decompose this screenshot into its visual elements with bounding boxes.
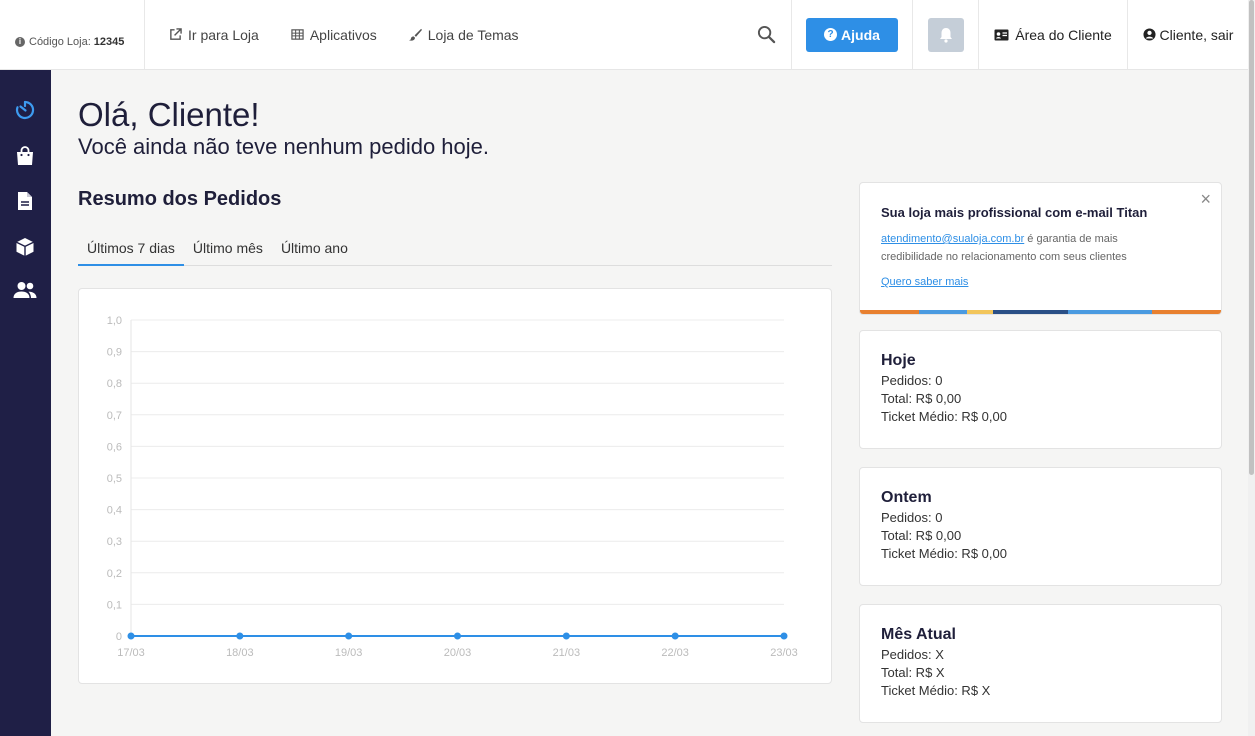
data-point xyxy=(780,632,788,640)
y-tick-label: 0,3 xyxy=(107,536,122,548)
y-tick-label: 0,8 xyxy=(107,378,122,390)
data-point xyxy=(671,632,679,640)
promo-color-stripe xyxy=(860,310,1221,314)
stat-orders: Pedidos: 0 xyxy=(881,373,943,388)
store-code-value: 12345 xyxy=(93,35,125,48)
top-nav: Ir para Loja Aplicativos Loja de Temas xyxy=(145,0,741,69)
y-tick-label: 0,2 xyxy=(107,568,122,580)
box-icon xyxy=(16,238,34,256)
nav-theme-store[interactable]: Loja de Temas xyxy=(408,26,519,43)
y-tick-label: 0,4 xyxy=(107,505,122,517)
period-tabs: Últimos 7 dias Último mês Último ano xyxy=(78,232,832,266)
client-area-link[interactable]: Área do Cliente xyxy=(978,0,1127,69)
external-link-icon xyxy=(170,28,182,40)
sidebar-item-customers[interactable] xyxy=(13,278,37,302)
users-icon xyxy=(13,282,37,298)
y-tick-label: 0 xyxy=(116,631,122,643)
tab-last-month[interactable]: Último mês xyxy=(184,232,272,266)
data-point xyxy=(345,632,353,640)
nav-apps-label: Aplicativos xyxy=(309,26,377,43)
data-point xyxy=(454,632,461,640)
y-tick-label: 0,9 xyxy=(107,347,122,359)
orders-summary-title: Resumo dos Pedidos xyxy=(78,188,282,210)
store-code: i Código Loja: 12345 xyxy=(0,0,145,69)
x-tick-label: 17/03 xyxy=(117,647,145,659)
scrollbar-thumb[interactable] xyxy=(1249,0,1254,475)
x-tick-label: 18/03 xyxy=(226,647,254,659)
search-icon xyxy=(757,25,775,44)
bell-icon xyxy=(939,27,952,43)
document-icon xyxy=(18,192,32,210)
stat-card-yesterday: Ontem Pedidos: 0 Total: R$ 0,00 Ticket M… xyxy=(859,467,1222,586)
y-tick-label: 0,1 xyxy=(107,599,122,611)
sidebar-item-dashboard[interactable] xyxy=(13,98,37,122)
question-icon: ? xyxy=(824,28,838,41)
notifications-cell xyxy=(912,0,978,69)
x-tick-label: 19/03 xyxy=(335,647,363,659)
grid-icon xyxy=(291,29,304,40)
y-tick-label: 0,5 xyxy=(107,473,122,485)
close-icon[interactable]: × xyxy=(1200,189,1211,210)
nav-apps[interactable]: Aplicativos xyxy=(291,27,377,43)
y-tick-label: 1,0 xyxy=(107,315,122,327)
nav-go-to-store[interactable]: Ir para Loja xyxy=(169,27,259,43)
data-point xyxy=(236,632,244,640)
page-subtitle: Você ainda não teve nenhum pedido hoje. xyxy=(78,134,489,159)
id-card-icon xyxy=(994,29,1009,40)
page-scrollbar[interactable] xyxy=(1248,0,1255,736)
logout-link[interactable]: Cliente, sair xyxy=(1127,0,1248,69)
orders-chart: 0 0,1 0,2 0,3 0,4 0,5 0,6 0,7 0,8 0,9 1,0 17/03 18/0… xyxy=(107,315,798,659)
promo-title: Sua loja mais profissional com e-mail Ti… xyxy=(881,205,1148,220)
page-title: Olá, Cliente! xyxy=(78,96,260,133)
tab-last-7-days[interactable]: Últimos 7 dias xyxy=(78,232,184,266)
x-tick-label: 22/03 xyxy=(661,647,689,659)
stat-total: Total: R$ 0,00 xyxy=(881,528,962,543)
nav-go-to-store-label: Ir para Loja xyxy=(188,26,259,43)
stat-title: Ontem xyxy=(881,489,932,506)
stat-card-current-month: Mês Atual Pedidos: X Total: R$ X Ticket … xyxy=(859,604,1222,723)
shopping-bag-icon xyxy=(17,146,33,165)
stat-total: Total: R$ X xyxy=(881,665,945,680)
top-bar: i Código Loja: 12345 Ir para Loja Aplica… xyxy=(0,0,1248,70)
tab-last-year[interactable]: Último ano xyxy=(272,232,357,266)
stat-card-today: Hoje Pedidos: 0 Total: R$ 0,00 Ticket Mé… xyxy=(859,330,1222,449)
notifications-button[interactable] xyxy=(927,17,964,52)
data-point xyxy=(127,632,135,640)
client-area-label: Área do Cliente xyxy=(1015,26,1112,43)
stat-avg-ticket: Ticket Médio: R$ 0,00 xyxy=(881,546,1007,561)
sidebar-item-orders[interactable] xyxy=(13,144,37,168)
stat-title: Hoje xyxy=(881,352,916,369)
x-tick-label: 21/03 xyxy=(553,647,581,659)
nav-theme-store-label: Loja de Temas xyxy=(427,26,519,43)
logout-label: Cliente, sair xyxy=(1159,26,1234,43)
dashboard-timer-icon xyxy=(15,100,35,120)
x-tick-label: 20/03 xyxy=(444,647,472,659)
titan-email-promo: Sua loja mais profissional com e-mail Ti… xyxy=(859,182,1222,315)
promo-email-link[interactable]: atendimento@sualoja.com.br xyxy=(881,233,1024,245)
y-tick-label: 0,6 xyxy=(107,441,122,453)
data-point xyxy=(562,632,570,640)
search-button[interactable] xyxy=(741,0,791,69)
x-tick-label: 23/03 xyxy=(770,647,798,659)
stat-orders: Pedidos: X xyxy=(881,647,944,662)
brush-icon xyxy=(408,28,422,41)
help-button[interactable]: ? Ajuda xyxy=(806,17,898,52)
sidebar xyxy=(0,70,51,736)
sidebar-item-products[interactable] xyxy=(13,235,37,259)
sidebar-item-documents[interactable] xyxy=(13,189,37,213)
stat-total: Total: R$ 0,00 xyxy=(881,391,962,406)
store-code-label: Código Loja: xyxy=(29,35,91,48)
info-icon: i xyxy=(15,36,25,47)
promo-learn-more-link[interactable]: Quero saber mais xyxy=(881,276,968,288)
stat-avg-ticket: Ticket Médio: R$ X xyxy=(881,683,991,698)
y-tick-label: 0,7 xyxy=(107,410,122,422)
stat-avg-ticket: Ticket Médio: R$ 0,00 xyxy=(881,409,1007,424)
user-circle-icon xyxy=(1142,28,1156,41)
promo-text: atendimento@sualoja.com.br é garantia de… xyxy=(881,230,1181,266)
stat-orders: Pedidos: 0 xyxy=(881,510,943,525)
orders-chart-card: 0 0,1 0,2 0,3 0,4 0,5 0,6 0,7 0,8 0,9 1,0 17/03 18/0… xyxy=(78,288,832,684)
stat-title: Mês Atual xyxy=(881,626,956,643)
help-button-label: Ajuda xyxy=(841,26,880,43)
help-cell: ? Ajuda xyxy=(791,0,912,69)
